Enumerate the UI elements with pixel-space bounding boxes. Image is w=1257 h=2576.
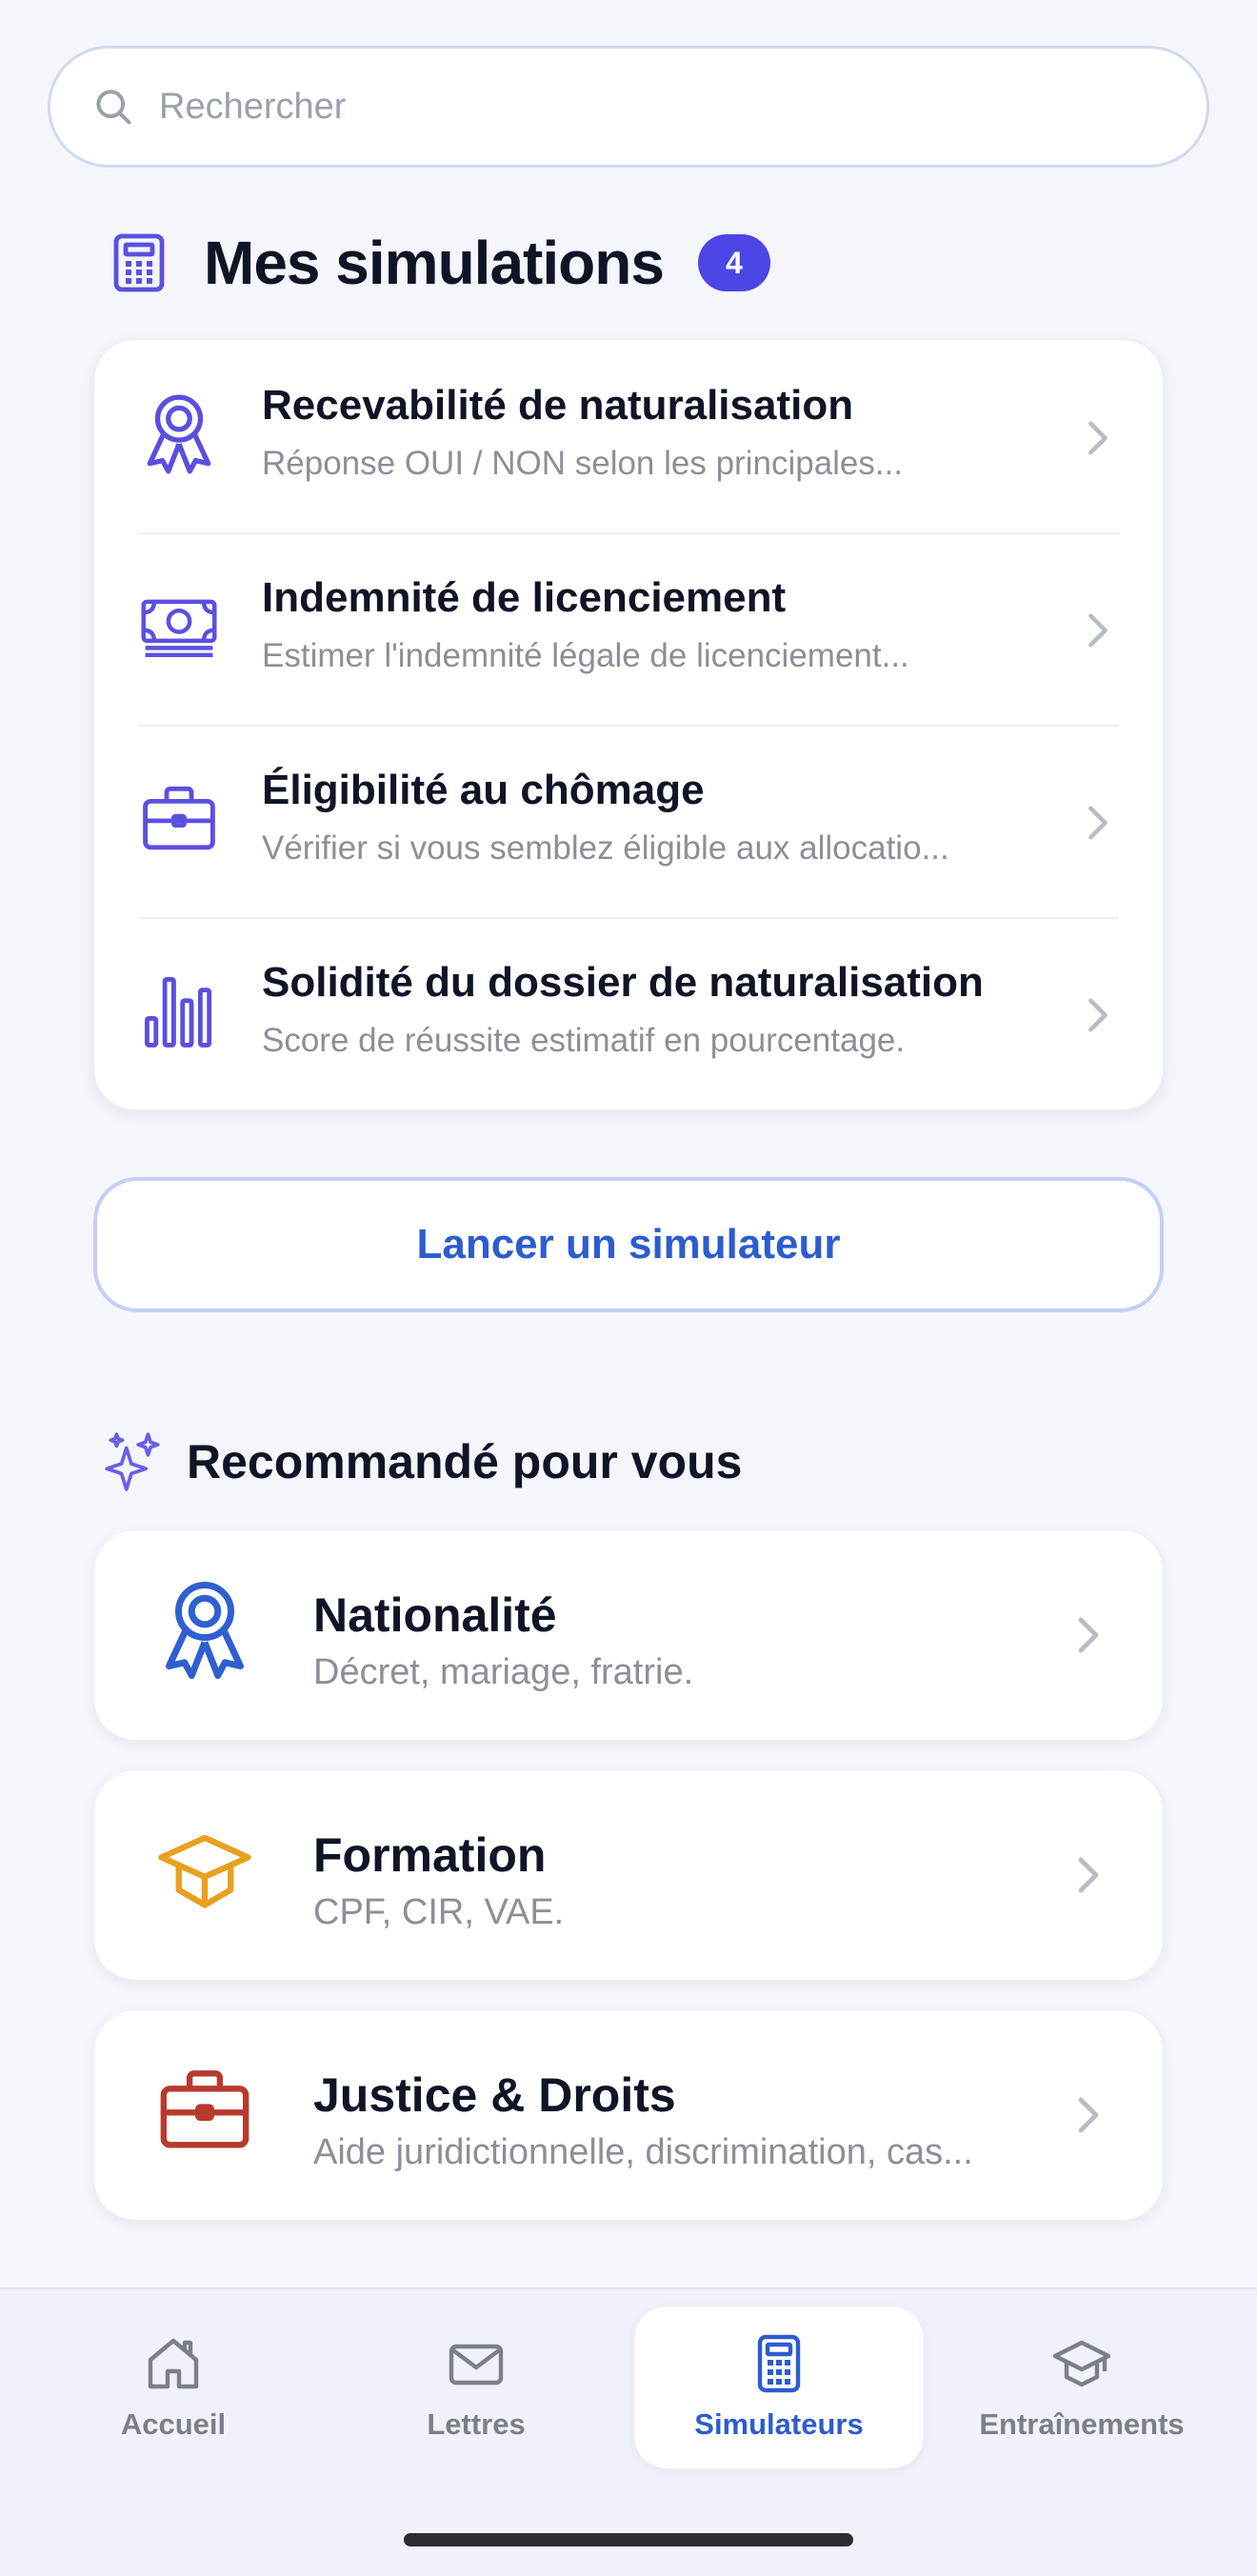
recommended-item-subtitle: CPF, CIR, VAE.	[313, 1892, 565, 1932]
chevron-right-icon	[1088, 613, 1107, 648]
bar-chart-icon	[140, 968, 218, 1054]
tab-label: Lettres	[427, 2407, 526, 2441]
chevron-right-icon	[1088, 806, 1107, 840]
chevron-right-icon	[1088, 998, 1107, 1032]
recommended-item-title: Justice & Droits	[313, 2068, 676, 2122]
recommended-title: Recommandé pour vous	[187, 1435, 743, 1488]
simulation-title: Solidité du dossier de naturalisation	[262, 959, 984, 1006]
simulation-item-chomage[interactable]: Éligibilité au chômage Vérifier si vous …	[94, 725, 1165, 917]
chevron-right-icon	[1078, 2097, 1099, 2133]
chevron-right-icon	[1078, 1617, 1099, 1653]
recommended-item-title: Nationalité	[313, 1588, 557, 1642]
search-icon	[96, 90, 131, 125]
simulation-title: Éligibilité au chômage	[262, 767, 705, 813]
simulation-subtitle: Estimer l'indemnité légale de licencieme…	[262, 637, 909, 674]
tab-simulateurs[interactable]: Simulateurs	[634, 2306, 924, 2468]
simulation-item-licenciement[interactable]: Indemnité de licenciement Estimer l'inde…	[94, 532, 1165, 725]
recommended-item-justice[interactable]: Justice & Droits Aide juridictionnelle, …	[93, 2009, 1164, 2221]
chevron-right-icon	[1078, 1857, 1099, 1893]
recommended-item-formation[interactable]: Formation CPF, CIR, VAE.	[93, 1769, 1164, 1981]
award-ribbon-icon	[140, 391, 218, 477]
sparkles-icon	[105, 1432, 160, 1491]
envelope-icon	[449, 2344, 504, 2386]
tab-label: Simulateurs	[694, 2407, 864, 2441]
graduation-cap-icon	[1052, 2340, 1111, 2387]
simulation-title: Indemnité de licenciement	[262, 574, 787, 621]
briefcase-icon	[157, 2058, 252, 2163]
recommended-item-subtitle: Décret, mariage, fratrie.	[313, 1652, 694, 1692]
simulation-item-naturalisation[interactable]: Recevabilité de naturalisation Réponse O…	[94, 340, 1165, 532]
chevron-right-icon	[1088, 421, 1107, 455]
simulations-header: Mes simulations 4	[112, 225, 770, 301]
simulation-subtitle: Score de réussite estimatif en pourcenta…	[262, 1022, 906, 1059]
recommended-item-nationalite[interactable]: Nationalité Décret, mariage, fratrie.	[93, 1529, 1164, 1741]
home-indicator[interactable]	[404, 2533, 853, 2546]
recommended-item-subtitle: Aide juridictionnelle, discrimination, c…	[313, 2132, 973, 2172]
tab-label: Entraînements	[979, 2407, 1185, 2441]
banknote-icon	[140, 584, 218, 669]
search-bar[interactable]	[48, 46, 1209, 168]
simulations-list: Recevabilité de naturalisation Réponse O…	[93, 339, 1164, 1110]
search-input[interactable]	[159, 86, 1111, 128]
recommended-item-title: Formation	[313, 1828, 547, 1882]
tab-accueil[interactable]: Accueil	[29, 2306, 318, 2468]
graduation-cap-icon	[157, 1818, 252, 1923]
tab-label: Accueil	[120, 2407, 227, 2441]
page-title: Mes simulations	[204, 229, 665, 297]
home-icon	[148, 2338, 199, 2389]
calculator-icon	[112, 232, 166, 293]
simulation-title: Recevabilité de naturalisation	[262, 382, 854, 429]
launch-simulator-button[interactable]: Lancer un simulateur	[93, 1177, 1164, 1312]
tab-lettres[interactable]: Lettres	[331, 2306, 621, 2468]
calculator-icon	[757, 2334, 801, 2393]
briefcase-icon	[140, 776, 218, 862]
tab-entrainements[interactable]: Entraînements	[937, 2306, 1227, 2468]
simulation-subtitle: Vérifier si vous semblez éligible aux al…	[262, 829, 949, 867]
recommended-header: Recommandé pour vous	[105, 1425, 742, 1499]
simulation-subtitle: Réponse OUI / NON selon les principales.…	[262, 445, 904, 482]
count-badge: 4	[697, 234, 770, 291]
simulation-item-solidite[interactable]: Solidité du dossier de naturalisation Sc…	[94, 917, 1165, 1109]
award-ribbon-icon	[157, 1578, 252, 1683]
